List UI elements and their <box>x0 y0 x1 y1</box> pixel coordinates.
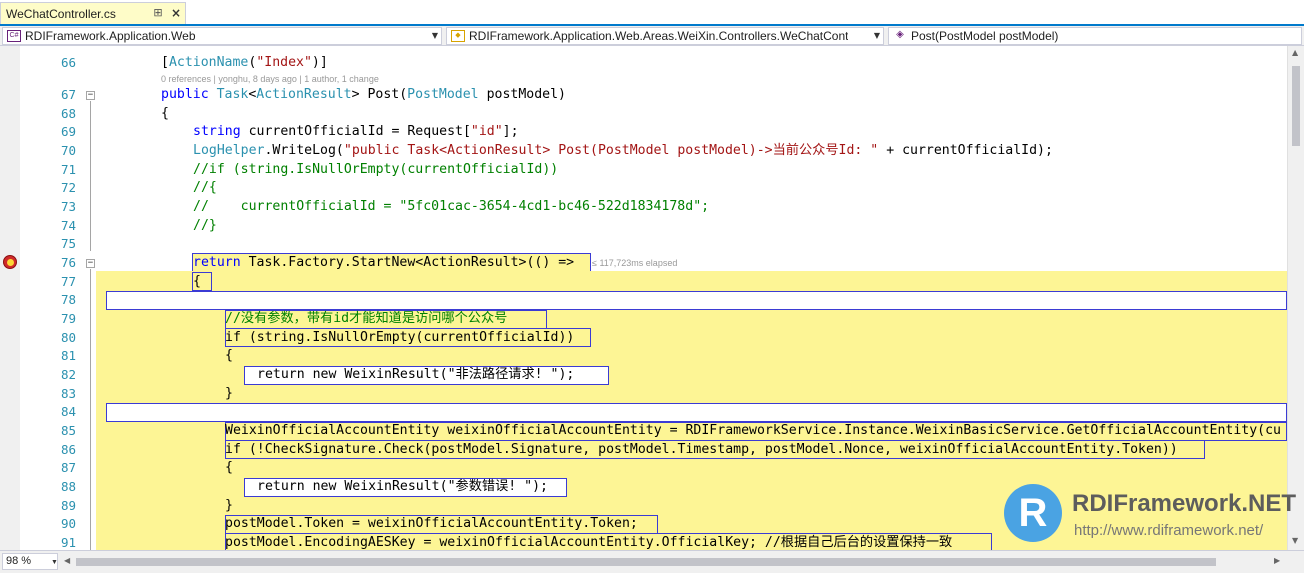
line-number: 79 <box>60 311 76 326</box>
collapse-icon[interactable]: − <box>86 259 95 268</box>
class-icon: ◆ <box>451 30 465 42</box>
scroll-up-icon[interactable]: ▲ <box>1292 48 1298 57</box>
code-line-70: LogHelper.WriteLog("public Task<ActionRe… <box>193 143 1053 158</box>
horizontal-scrollbar[interactable]: ◀ ▶ <box>62 555 1287 569</box>
code-line-79: //没有参数，带有id才能知道是访问哪个公众号 <box>225 311 508 326</box>
scroll-left-icon[interactable]: ◀ <box>64 556 70 565</box>
code-line-68: { <box>161 106 169 121</box>
line-number: 80 <box>60 330 76 345</box>
zoom-level: 98 % <box>6 555 32 567</box>
scroll-down-icon[interactable]: ▼ <box>1292 536 1298 545</box>
vertical-scrollbar[interactable]: ▲ ▼ <box>1287 46 1304 550</box>
line-number: 81 <box>60 348 76 363</box>
line-number: 83 <box>60 386 76 401</box>
member-dropdown[interactable]: ◈ Post(PostModel postModel) <box>888 27 1302 45</box>
editor-bottom-bar: 98 % ▼ ◀ ▶ <box>0 550 1304 573</box>
collapse-icon[interactable]: − <box>86 91 95 100</box>
line-number: 91 <box>60 535 76 550</box>
line-number: 70 <box>60 143 76 158</box>
tab-title: WeChatController.cs <box>6 6 116 21</box>
chevron-down-icon: ▼ <box>431 31 438 40</box>
zoom-dropdown[interactable]: 98 % ▼ <box>2 553 58 570</box>
line-number: 82 <box>60 367 76 382</box>
current-statement-highlight <box>106 291 1287 310</box>
code-line-76: return Task.Factory.StartNew<ActionResul… <box>193 255 575 270</box>
line-number: 74 <box>60 218 76 233</box>
code-line-90: postModel.Token = weixinOfficialAccountE… <box>225 516 638 531</box>
scroll-thumb[interactable] <box>1292 66 1300 146</box>
code-line-86: if (!CheckSignature.Check(postModel.Sign… <box>225 442 1178 457</box>
code-line-88: return new WeixinResult("参数错误! "); <box>257 479 548 494</box>
line-number: 84 <box>60 404 76 419</box>
perf-tip[interactable]: ≤ 117,723ms elapsed <box>592 258 677 268</box>
project-label: RDIFramework.Application.Web <box>25 29 196 43</box>
logo-name: RDIFramework.NET <box>1072 490 1297 517</box>
code-line-69: string currentOfficialId = Request["id"]… <box>193 124 519 139</box>
code-line-77: { <box>193 274 201 289</box>
line-number: 88 <box>60 479 76 494</box>
line-number: 85 <box>60 423 76 438</box>
scroll-thumb[interactable] <box>76 558 1216 566</box>
line-number: 67 <box>60 87 76 102</box>
code-editor[interactable]: 66 67 68 69 70 71 72 73 74 75 76 77 78 7… <box>0 46 1304 550</box>
code-line-87: { <box>225 460 233 475</box>
code-line-74: //} <box>193 218 217 233</box>
member-label: Post(PostModel postModel) <box>911 29 1059 43</box>
code-line-73: // currentOfficialId = "5fc01cac-3654-4c… <box>193 199 710 214</box>
line-number: 76 <box>60 255 76 270</box>
method-icon: ◈ <box>896 29 904 40</box>
code-line-72: //{ <box>193 180 217 195</box>
code-line-83: } <box>225 386 233 401</box>
current-statement-highlight <box>106 403 1287 422</box>
fold-guide <box>90 269 91 550</box>
fold-guide <box>90 101 91 251</box>
glyph-margin[interactable] <box>0 46 20 550</box>
document-tab-strip: WeChatController.cs ⊞ × <box>0 0 1304 26</box>
current-statement-arrow-icon <box>7 259 14 266</box>
code-line-71: //if (string.IsNullOrEmpty(currentOffici… <box>193 162 559 177</box>
code-lens[interactable]: 0 references | yonghu, 8 days ago | 1 au… <box>161 74 379 84</box>
pin-icon[interactable]: ⊞ <box>151 6 165 20</box>
chevron-down-icon: ▼ <box>51 559 58 566</box>
chevron-down-icon: ▼ <box>873 31 880 40</box>
line-number: 78 <box>60 292 76 307</box>
code-line-67: public Task<ActionResult> Post(PostModel… <box>161 87 566 102</box>
code-line-80: if (string.IsNullOrEmpty(currentOfficial… <box>225 330 575 345</box>
code-line-82: return new WeixinResult("非法路径请求! "); <box>257 367 575 382</box>
code-line-81: { <box>225 348 233 363</box>
line-number: 77 <box>60 274 76 289</box>
line-number: 68 <box>60 106 76 121</box>
code-line-91: postModel.EncodingAESKey = weixinOfficia… <box>225 535 953 550</box>
class-dropdown[interactable]: ◆ RDIFramework.Application.Web.Areas.Wei… <box>446 27 884 45</box>
tab-wechatcontroller[interactable]: WeChatController.cs ⊞ × <box>0 2 186 24</box>
close-icon[interactable]: × <box>169 6 183 20</box>
scroll-right-icon[interactable]: ▶ <box>1274 556 1280 565</box>
line-number: 69 <box>60 124 76 139</box>
line-number: 75 <box>60 236 76 251</box>
logo-mark: R <box>1004 484 1062 542</box>
line-number: 66 <box>60 55 76 70</box>
line-number: 72 <box>60 180 76 195</box>
code-line-89: } <box>225 498 233 513</box>
project-dropdown[interactable]: C# RDIFramework.Application.Web ▼ <box>2 27 442 45</box>
class-label: RDIFramework.Application.Web.Areas.WeiXi… <box>469 29 849 43</box>
code-line-85: WeixinOfficialAccountEntity weixinOffici… <box>225 423 1281 438</box>
line-number: 90 <box>60 516 76 531</box>
code-line-66: [ActionName("Index")] <box>161 55 328 70</box>
navigation-bar: C# RDIFramework.Application.Web ▼ ◆ RDIF… <box>0 26 1304 46</box>
logo-url: http://www.rdiframework.net/ <box>1074 522 1264 539</box>
csharp-project-icon: C# <box>7 30 21 42</box>
line-number: 71 <box>60 162 76 177</box>
line-number: 89 <box>60 498 76 513</box>
line-number: 87 <box>60 460 76 475</box>
line-number: 86 <box>60 442 76 457</box>
line-number: 73 <box>60 199 76 214</box>
watermark-logo: R RDIFramework.NET http://www.rdiframewo… <box>1000 480 1296 548</box>
